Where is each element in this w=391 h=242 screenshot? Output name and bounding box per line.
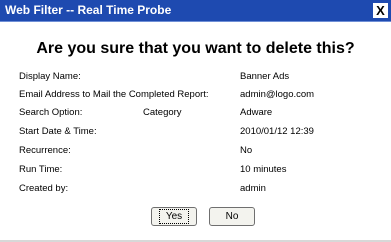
display-name-value: Banner Ads bbox=[240, 71, 290, 82]
window-title: Web Filter -- Real Time Probe bbox=[5, 3, 172, 17]
display-name-label: Display Name: bbox=[19, 71, 81, 82]
start-label: Start Date & Time: bbox=[19, 126, 97, 137]
email-value: admin@logo.com bbox=[240, 89, 315, 100]
close-icon[interactable]: X bbox=[373, 3, 388, 18]
detail-row-email: Email Address to Mail the Completed Repo… bbox=[0, 88, 391, 102]
detail-row-recurrence: Recurrence: No bbox=[0, 144, 391, 158]
title-bar: Web Filter -- Real Time Probe X bbox=[0, 0, 391, 22]
start-value: 2010/01/12 12:39 bbox=[240, 126, 314, 137]
detail-row-run-time: Run Time: 10 minutes bbox=[0, 163, 391, 177]
button-bar: Yes No bbox=[0, 207, 391, 227]
yes-button[interactable]: Yes bbox=[151, 207, 197, 226]
run-time-label: Run Time: bbox=[19, 164, 63, 175]
detail-row-search-option: Search Option: Category Adware bbox=[0, 106, 391, 120]
email-label: Email Address to Mail the Completed Repo… bbox=[19, 89, 209, 100]
run-time-value: 10 minutes bbox=[240, 164, 287, 175]
delete-confirm-dialog: Web Filter -- Real Time Probe X Are you … bbox=[0, 0, 391, 242]
no-button[interactable]: No bbox=[209, 207, 255, 226]
search-option-type: Category bbox=[143, 107, 182, 118]
yes-button-label: Yes bbox=[158, 209, 190, 224]
created-by-label: Created by: bbox=[19, 183, 69, 194]
recurrence-label: Recurrence: bbox=[19, 145, 71, 156]
detail-row-display-name: Display Name: Banner Ads bbox=[0, 70, 391, 84]
recurrence-value: No bbox=[240, 145, 253, 156]
created-by-value: admin bbox=[240, 183, 266, 194]
detail-row-created-by: Created by: admin bbox=[0, 182, 391, 196]
detail-row-start: Start Date & Time: 2010/01/12 12:39 bbox=[0, 125, 391, 139]
confirm-heading: Are you sure that you want to delete thi… bbox=[36, 40, 355, 57]
search-option-value: Adware bbox=[240, 107, 273, 118]
search-option-label: Search Option: bbox=[19, 107, 83, 118]
